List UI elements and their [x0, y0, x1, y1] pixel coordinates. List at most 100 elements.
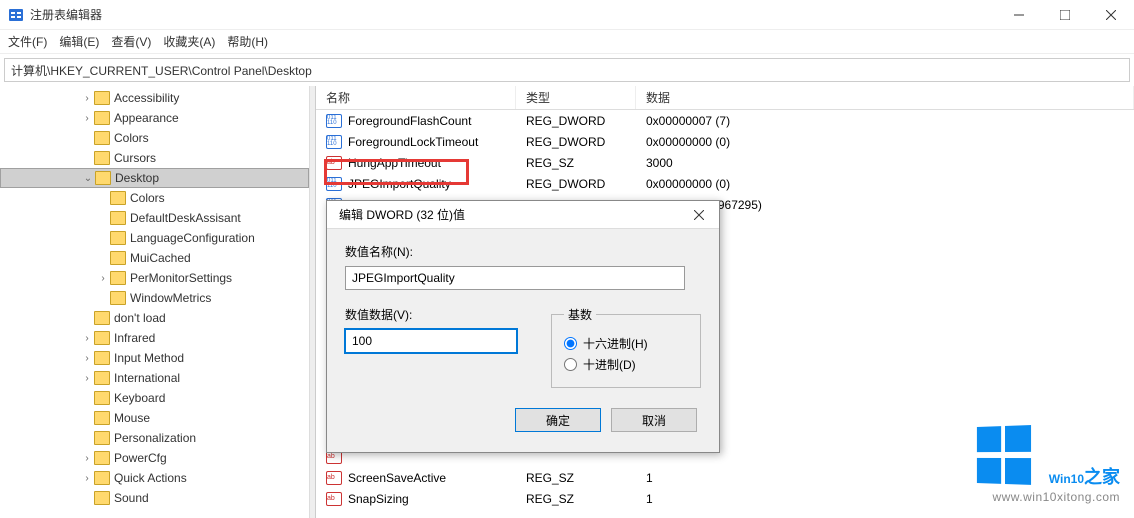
col-name[interactable]: 名称 [316, 86, 516, 109]
cancel-button[interactable]: 取消 [611, 408, 697, 432]
tree-panel[interactable]: ›Accessibility›AppearanceColorsCursors⌄D… [0, 86, 310, 518]
logo-text: Win10之家 [1049, 459, 1120, 490]
tree-label: Quick Actions [114, 471, 187, 485]
folder-icon [94, 351, 110, 365]
row-type: REG_DWORD [516, 114, 636, 128]
tree-item[interactable]: ›Infrared [0, 328, 309, 348]
maximize-button[interactable] [1042, 0, 1088, 30]
close-button[interactable] [1088, 0, 1134, 30]
ok-button[interactable]: 确定 [515, 408, 601, 432]
tree-label: Colors [130, 191, 165, 205]
row-name: ForegroundLockTimeout [348, 135, 478, 149]
tree-label: Keyboard [114, 391, 165, 405]
tree-label: Appearance [114, 111, 179, 125]
menu-file[interactable]: 文件(F) [8, 33, 47, 50]
tree-item[interactable]: Sound [0, 488, 309, 508]
row-type: REG_DWORD [516, 135, 636, 149]
tree-item[interactable]: ⌄Desktop [0, 168, 309, 188]
dword-icon: 011110 [326, 114, 342, 128]
base-legend: 基数 [564, 306, 596, 323]
menu-favorites[interactable]: 收藏夹(A) [163, 33, 215, 50]
row-type: REG_SZ [516, 471, 636, 485]
sz-icon: ab [326, 156, 342, 170]
tree-item[interactable]: MuiCached [0, 248, 309, 268]
folder-icon [94, 471, 110, 485]
tree-item[interactable]: ›Accessibility [0, 88, 309, 108]
list-row[interactable]: 011110ForegroundLockTimeoutREG_DWORD0x00… [316, 131, 1134, 152]
value-name-input[interactable] [345, 266, 685, 290]
folder-icon [110, 231, 126, 245]
dialog-body: 数值名称(N): 数值数据(V): 基数 十六进制(H) 十进制(D) 确定 取… [327, 229, 719, 446]
tree-item[interactable]: Keyboard [0, 388, 309, 408]
base-fieldset: 基数 十六进制(H) 十进制(D) [551, 306, 701, 388]
tree-label: Infrared [114, 331, 155, 345]
row-data: 0x00000007 (7) [636, 114, 1134, 128]
folder-icon [94, 371, 110, 385]
tree-item[interactable]: ›Quick Actions [0, 468, 309, 488]
dialog-close-button[interactable] [679, 201, 719, 229]
tree-item[interactable]: › Appearance [0, 108, 309, 128]
row-data: 0x00000000 (0) [636, 177, 1134, 191]
folder-icon [110, 291, 126, 305]
tree-item[interactable]: Colors [0, 128, 309, 148]
radio-hex[interactable]: 十六进制(H) [564, 335, 688, 352]
tree-item[interactable]: › Input Method [0, 348, 309, 368]
chevron-icon: › [80, 373, 94, 384]
radio-hex-input[interactable] [564, 337, 577, 350]
tree-item[interactable]: don't load [0, 308, 309, 328]
menu-help[interactable]: 帮助(H) [227, 33, 268, 50]
folder-icon [94, 311, 110, 325]
tree-item[interactable]: Mouse [0, 408, 309, 428]
tree-label: MuiCached [130, 251, 191, 265]
menu-edit[interactable]: 编辑(E) [59, 33, 99, 50]
logo-url: www.win10xitong.com [975, 490, 1120, 504]
tree-label: PerMonitorSettings [130, 271, 232, 285]
tree-label: Input Method [114, 351, 184, 365]
tree-label: LanguageConfiguration [130, 231, 255, 245]
minimize-button[interactable] [996, 0, 1042, 30]
address-bar[interactable]: 计算机\HKEY_CURRENT_USER\Control Panel\Desk… [4, 58, 1130, 82]
tree-item[interactable]: ›PowerCfg [0, 448, 309, 468]
folder-icon [94, 491, 110, 505]
folder-icon [94, 331, 110, 345]
windows-icon [977, 425, 1035, 487]
row-name: SnapSizing [348, 492, 409, 506]
list-row[interactable]: 011110 ForegroundFlashCount REG_DWORD0x000… [316, 110, 1134, 131]
row-type: REG_SZ [516, 156, 636, 170]
radio-dec-input[interactable] [564, 358, 577, 371]
menu-view[interactable]: 查看(V) [111, 33, 151, 50]
chevron-icon: › [80, 353, 94, 364]
row-name: ForegroundFlashCount [348, 114, 471, 128]
chevron-icon: › [96, 273, 110, 284]
tree-item[interactable]: ›International [0, 368, 309, 388]
titlebar: 注册表编辑器 [0, 0, 1134, 30]
list-header: 名称 类型 数据 [316, 86, 1134, 110]
value-data-input[interactable] [345, 329, 517, 353]
dialog-titlebar: 编辑 DWORD (32 位)值 [327, 201, 719, 229]
folder-icon [94, 451, 110, 465]
tree-item[interactable]: Colors [0, 188, 309, 208]
tree-label: Cursors [114, 151, 156, 165]
dword-icon: 011110 [326, 135, 342, 149]
col-type[interactable]: 类型 [516, 86, 636, 109]
chevron-icon: › [80, 93, 94, 104]
tree-item[interactable]: WindowMetrics [0, 288, 309, 308]
sz-icon: ab [326, 492, 342, 506]
row-type: REG_SZ [516, 492, 636, 506]
tree-item[interactable]: DefaultDeskAssisant [0, 208, 309, 228]
tree-item[interactable]: Cursors [0, 148, 309, 168]
folder-icon [94, 411, 110, 425]
list-row[interactable]: abHungAppTimeoutREG_SZ3000 [316, 152, 1134, 173]
tree-item[interactable]: Personalization [0, 428, 309, 448]
tree-item[interactable]: › PerMonitorSettings [0, 268, 309, 288]
tree-label: WindowMetrics [130, 291, 211, 305]
col-data[interactable]: 数据 [636, 86, 1134, 109]
address-path: 计算机\HKEY_CURRENT_USER\Control Panel\Desk… [11, 62, 312, 79]
window-title: 注册表编辑器 [30, 6, 996, 23]
edit-dword-dialog: 编辑 DWORD (32 位)值 数值名称(N): 数值数据(V): 基数 十六… [326, 200, 720, 453]
radio-dec[interactable]: 十进制(D) [564, 356, 688, 373]
list-row[interactable]: 011110JPEGImportQualityREG_DWORD0x000000… [316, 173, 1134, 194]
dword-icon: 011110 [326, 177, 342, 191]
tree-item[interactable]: LanguageConfiguration [0, 228, 309, 248]
chevron-icon: › [80, 113, 94, 124]
